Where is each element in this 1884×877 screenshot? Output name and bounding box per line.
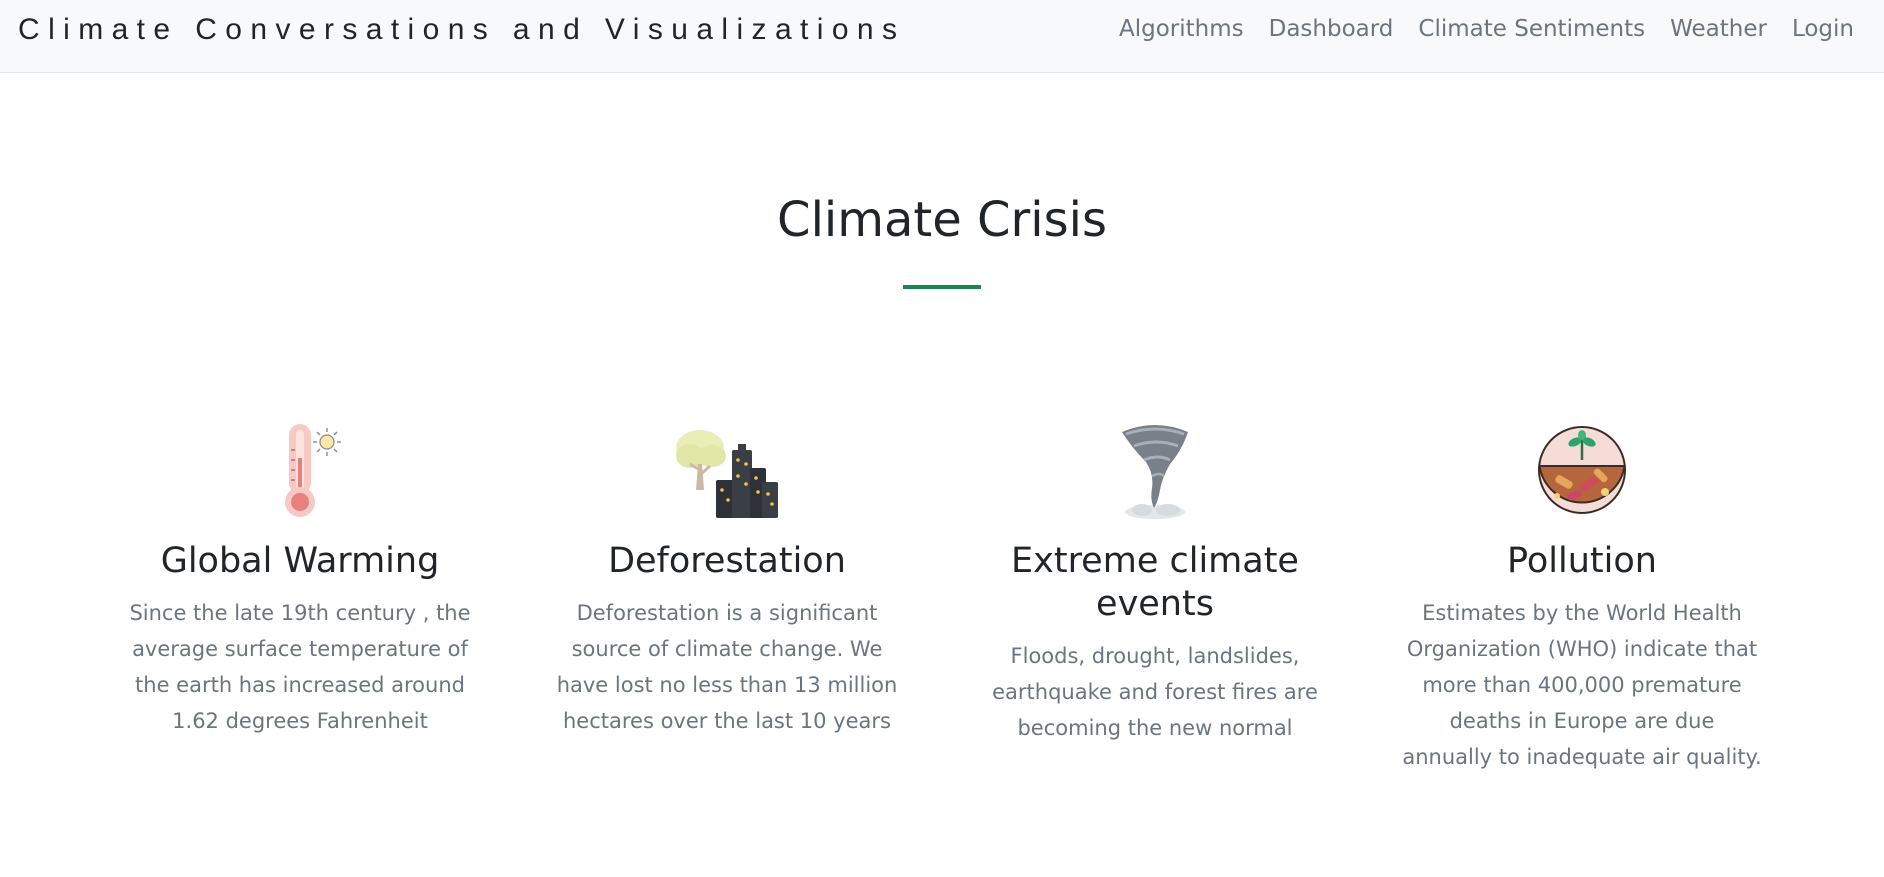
navbar: Climate Conversations and Visualizations… bbox=[0, 0, 1884, 73]
polluted-soil-icon bbox=[1538, 426, 1626, 514]
brand-title[interactable]: Climate Conversations and Visualizations bbox=[18, 10, 905, 50]
feature-text: Floods, drought, landslides, earthquake … bbox=[992, 644, 1318, 740]
feature-title: Pollution bbox=[1507, 541, 1657, 581]
feature-text: Since the late 19th century , the averag… bbox=[129, 601, 471, 733]
feature-pollution: Pollution Estimates by the World Health … bbox=[1392, 420, 1772, 775]
feature-deforestation: Deforestation Deforestation is a signifi… bbox=[537, 420, 917, 739]
feature-title: Global Warming bbox=[160, 541, 440, 581]
nav-link-weather[interactable]: Weather bbox=[1670, 12, 1767, 46]
nav-link-dashboard[interactable]: Dashboard bbox=[1269, 12, 1394, 46]
feature-extreme-climate-events: Extreme climate events Floods, drought, … bbox=[965, 420, 1345, 746]
features-section: Global Warming Since the late 19th centu… bbox=[0, 420, 1884, 840]
feature-global-warming: Global Warming Since the late 19th centu… bbox=[110, 420, 490, 739]
nav-link-climate-sentiments[interactable]: Climate Sentiments bbox=[1418, 12, 1645, 46]
feature-text: Estimates by the World Health Organizati… bbox=[1402, 601, 1762, 769]
tree-city-icon bbox=[676, 430, 778, 518]
nav-link-algorithms[interactable]: Algorithms bbox=[1119, 12, 1244, 46]
thermometer-icon bbox=[285, 424, 341, 517]
title-underline bbox=[903, 285, 981, 289]
feature-title: Deforestation bbox=[608, 541, 846, 581]
nav-links: Algorithms Dashboard Climate Sentiments … bbox=[1119, 12, 1854, 46]
nav-link-login[interactable]: Login bbox=[1792, 12, 1854, 46]
feature-text: Deforestation is a significant source of… bbox=[556, 601, 898, 733]
section-title: Climate Crisis bbox=[777, 192, 1107, 248]
feature-title: Extreme climate events bbox=[1011, 541, 1299, 624]
tornado-icon bbox=[1122, 425, 1188, 519]
